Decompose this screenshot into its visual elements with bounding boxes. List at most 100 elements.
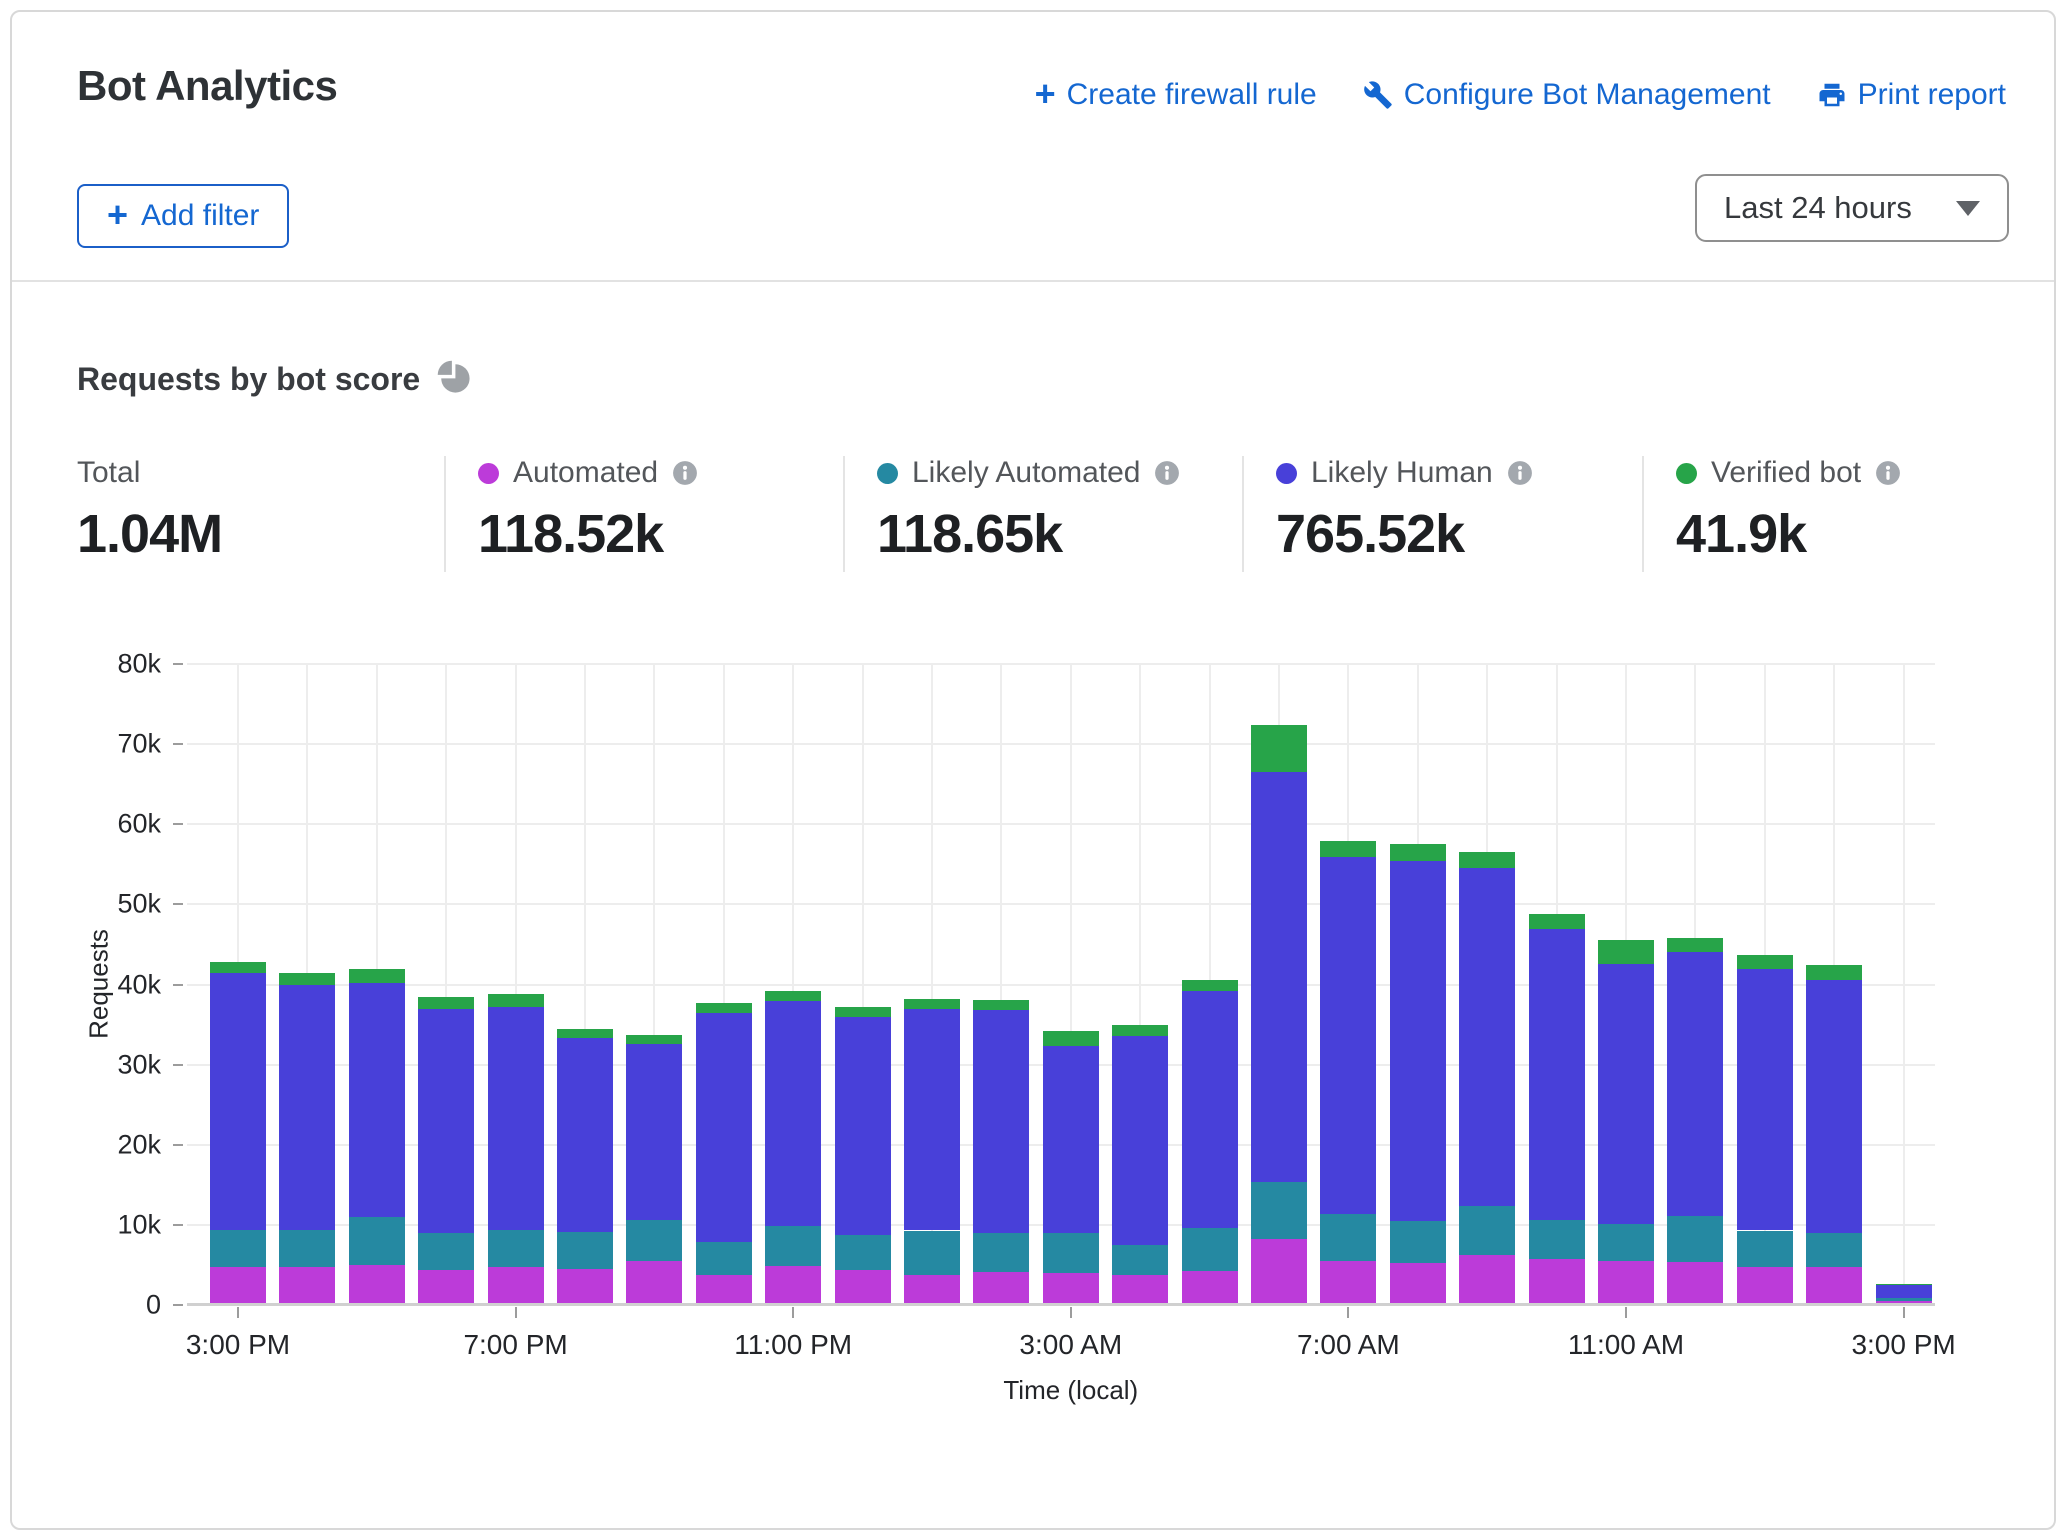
bar-segment-verified-bot [488, 994, 544, 1006]
bar-segment-likely-human [557, 1038, 613, 1232]
create-firewall-rule-link[interactable]: + Create firewall rule [1035, 78, 1317, 112]
y-axis-tick-label: 20k [75, 1129, 161, 1160]
chevron-down-icon [1956, 201, 1980, 216]
stat-automated-label: Automated [513, 456, 658, 490]
y-axis-tick [173, 823, 183, 825]
bar-segment-likely-automated [279, 1230, 335, 1266]
stat-likely-automated: Likely Automated 118.65k [877, 456, 1180, 565]
y-axis-tick [173, 1064, 183, 1066]
y-axis-tick-label: 80k [75, 649, 161, 680]
bar-segment-verified-bot [1251, 725, 1307, 773]
bar-segment-likely-human [835, 1017, 891, 1235]
plus-icon: + [107, 201, 128, 230]
bar-segment-verified-bot [1737, 955, 1793, 969]
x-axis-tick [1903, 1307, 1905, 1318]
gridline-horizontal [187, 903, 1935, 905]
x-axis-line [187, 1303, 1935, 1306]
y-axis-tick-label: 60k [75, 809, 161, 840]
stat-verified-bot-label: Verified bot [1711, 456, 1861, 490]
bar-segment-verified-bot [1667, 938, 1723, 952]
bar-segment-likely-automated [1112, 1245, 1168, 1275]
time-range-value: Last 24 hours [1724, 190, 1912, 226]
header-divider [12, 280, 2054, 282]
y-axis-tick [173, 1304, 183, 1306]
bar-segment-likely-human [904, 1009, 960, 1231]
x-axis-tick [1347, 1307, 1349, 1318]
bar-segment-automated [1806, 1267, 1862, 1305]
bar-segment-verified-bot [1320, 841, 1376, 856]
bar-segment-verified-bot [835, 1007, 891, 1017]
bar-segment-likely-automated [488, 1230, 544, 1267]
header-actions: + Create firewall rule Configure Bot Man… [1035, 78, 2006, 112]
bar-segment-verified-bot [1182, 980, 1238, 990]
stat-likely-human: Likely Human 765.52k [1276, 456, 1533, 565]
x-axis-tick-label: 7:00 AM [1297, 1329, 1400, 1361]
bar-segment-likely-human [1667, 952, 1723, 1215]
bar-segment-automated [904, 1275, 960, 1305]
x-axis-tick-label: 11:00 PM [734, 1329, 852, 1361]
bar-segment-automated [1320, 1261, 1376, 1305]
bar-segment-automated [835, 1270, 891, 1305]
bar-segment-likely-human [1320, 857, 1376, 1214]
bar-segment-automated [488, 1267, 544, 1305]
bar-segment-likely-automated [1320, 1214, 1376, 1261]
configure-bot-management-link[interactable]: Configure Bot Management [1363, 78, 1771, 112]
bar-segment-automated [765, 1266, 821, 1305]
stat-divider [1242, 456, 1244, 572]
bar-segment-verified-bot [1112, 1025, 1168, 1036]
bar-segment-likely-human [349, 983, 405, 1217]
stat-verified-bot-value: 41.9k [1676, 503, 1901, 565]
bar-segment-automated [626, 1261, 682, 1305]
section-title-row: Requests by bot score [77, 360, 471, 399]
bar-segment-likely-automated [835, 1235, 891, 1270]
info-icon[interactable] [1154, 460, 1180, 486]
y-axis-tick [173, 663, 183, 665]
info-icon[interactable] [1507, 460, 1533, 486]
y-axis-tick-label: 70k [75, 729, 161, 760]
stat-divider [1642, 456, 1644, 572]
bar-segment-likely-human [418, 1009, 474, 1232]
info-icon[interactable] [672, 460, 698, 486]
print-report-link[interactable]: Print report [1817, 78, 2006, 112]
bar-segment-verified-bot [1806, 965, 1862, 980]
stats-row: Total 1.04M Automated 118.52k Likely Aut… [12, 450, 2054, 590]
bar-segment-automated [1529, 1259, 1585, 1305]
bar-segment-likely-automated [1043, 1233, 1099, 1273]
bar-segment-likely-automated [626, 1220, 682, 1261]
stat-automated-value: 118.52k [478, 503, 698, 565]
bar-segment-likely-human [1876, 1284, 1932, 1298]
x-axis-tick-label: 11:00 AM [1568, 1329, 1684, 1361]
bar-segment-automated [210, 1267, 266, 1305]
plus-icon: + [1035, 80, 1056, 109]
bar-segment-likely-human [1598, 964, 1654, 1224]
bar-segment-likely-automated [1459, 1206, 1515, 1254]
bar-segment-likely-automated [765, 1226, 821, 1266]
bar-segment-likely-human [696, 1013, 752, 1242]
bar-segment-likely-automated [973, 1233, 1029, 1273]
add-filter-button[interactable]: + Add filter [77, 184, 289, 248]
stat-divider [444, 456, 446, 572]
gridline-horizontal [187, 743, 1935, 745]
bar-segment-verified-bot [973, 1000, 1029, 1010]
automated-legend-dot [478, 463, 499, 484]
bar-segment-verified-bot [418, 997, 474, 1010]
gridline-horizontal [187, 663, 1935, 665]
bar-segment-verified-bot [904, 999, 960, 1009]
bar-segment-automated [1112, 1275, 1168, 1305]
page-title: Bot Analytics [77, 62, 337, 110]
section-title: Requests by bot score [77, 361, 420, 398]
bar-segment-likely-automated [1876, 1298, 1932, 1301]
printer-icon [1817, 80, 1847, 110]
bar-segment-verified-bot [1459, 852, 1515, 868]
wrench-icon [1363, 80, 1393, 110]
bar-segment-likely-automated [1737, 1231, 1793, 1267]
bar-segment-likely-human [973, 1010, 1029, 1233]
bar-segment-likely-human [1043, 1046, 1099, 1233]
bar-segment-likely-automated [349, 1217, 405, 1265]
bar-segment-automated [1043, 1273, 1099, 1305]
stat-verified-bot: Verified bot 41.9k [1676, 456, 1901, 565]
y-axis-tick [173, 1144, 183, 1146]
time-range-select[interactable]: Last 24 hours [1695, 174, 2009, 242]
bar-segment-automated [418, 1270, 474, 1305]
info-icon[interactable] [1875, 460, 1901, 486]
